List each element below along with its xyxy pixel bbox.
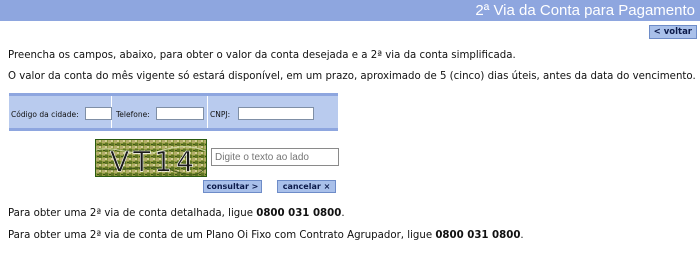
header-bar: 2ª Via da Conta para Pagamento bbox=[0, 0, 700, 21]
group-contract-phone: 0800 031 0800 bbox=[435, 230, 521, 241]
page-title: 2ª Via da Conta para Pagamento bbox=[475, 2, 695, 19]
phone-label: Telefone: bbox=[116, 110, 150, 119]
phone-input[interactable] bbox=[156, 107, 204, 120]
detailed-bill-suffix: . bbox=[341, 208, 345, 219]
cnpj-label: CNPJ: bbox=[210, 110, 231, 119]
detailed-bill-text: Para obter uma 2ª via de conta detalhada… bbox=[8, 208, 257, 219]
city-code-label: Código da cidade: bbox=[11, 110, 79, 119]
intro-text-1: Preencha os campos, abaixo, para obter o… bbox=[8, 50, 516, 61]
search-form: Código da cidade: Telefone: CNPJ: bbox=[9, 93, 338, 131]
city-code-input[interactable] bbox=[85, 107, 112, 120]
cancel-button[interactable]: cancelar × bbox=[277, 180, 336, 193]
captcha-image: VT14 bbox=[95, 139, 207, 177]
group-contract-info: Para obter uma 2ª via de conta de um Pla… bbox=[8, 229, 524, 242]
captcha-input[interactable] bbox=[211, 148, 339, 166]
page: 2ª Via da Conta para Pagamento < voltar … bbox=[0, 0, 700, 269]
group-contract-text: Para obter uma 2ª via de conta de um Pla… bbox=[8, 230, 436, 241]
submit-button[interactable]: consultar > bbox=[203, 180, 262, 193]
form-divider bbox=[207, 96, 208, 128]
form-top-border bbox=[9, 93, 338, 96]
back-button[interactable]: < voltar bbox=[648, 25, 697, 39]
group-contract-suffix: . bbox=[520, 230, 524, 241]
form-bottom-border bbox=[9, 128, 338, 131]
intro-text-2: O valor da conta do mês vigente só estar… bbox=[8, 71, 696, 82]
cnpj-input[interactable] bbox=[238, 107, 314, 120]
detailed-bill-phone: 0800 031 0800 bbox=[256, 208, 342, 219]
captcha-code: VT14 bbox=[110, 145, 198, 177]
detailed-bill-info: Para obter uma 2ª via de conta detalhada… bbox=[8, 207, 345, 220]
